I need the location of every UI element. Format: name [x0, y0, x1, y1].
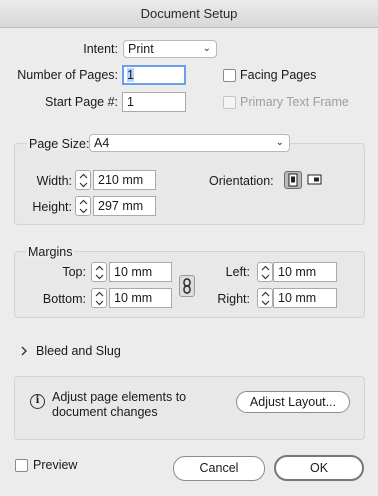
document-setup-dialog: Document Setup Intent: Print ⌄ Number of…	[0, 0, 378, 496]
margin-left-input[interactable]: 10 mm	[273, 262, 337, 282]
intent-label: Intent:	[83, 42, 118, 56]
height-input[interactable]: 297 mm	[93, 196, 156, 216]
preview-label: Preview	[33, 458, 78, 472]
adjust-layout-button[interactable]: Adjust Layout...	[236, 391, 350, 413]
portrait-orientation-button[interactable]	[284, 171, 302, 189]
margin-right-label: Right:	[217, 292, 250, 306]
page-size-select[interactable]: A4 ⌄	[89, 134, 290, 152]
margin-right-stepper[interactable]	[257, 288, 273, 308]
facing-pages-label: Facing Pages	[240, 68, 317, 82]
height-stepper[interactable]	[75, 196, 91, 216]
chain-link-icon	[183, 278, 191, 294]
intent-select[interactable]: Print ⌄	[123, 40, 217, 58]
width-input[interactable]: 210 mm	[93, 170, 156, 190]
adjust-text-line1: Adjust page elements to	[52, 390, 187, 404]
intent-value: Print	[128, 42, 154, 56]
start-page-input[interactable]: 1	[122, 92, 186, 112]
chevron-right-icon	[21, 346, 27, 356]
margin-top-stepper[interactable]	[91, 262, 107, 282]
orientation-label: Orientation:	[209, 174, 274, 188]
ok-button[interactable]: OK	[274, 455, 364, 481]
start-page-label: Start Page #:	[45, 95, 118, 109]
primary-text-frame-label: Primary Text Frame	[240, 95, 349, 109]
window-title: Document Setup	[140, 6, 238, 21]
facing-pages-checkbox[interactable]	[223, 69, 236, 82]
bleed-and-slug-label: Bleed and Slug	[36, 344, 121, 358]
margin-top-label: Top:	[62, 265, 86, 279]
margin-right-input[interactable]: 10 mm	[273, 288, 337, 308]
margin-top-value: 10 mm	[114, 265, 153, 279]
chevron-down-icon: ⌄	[275, 137, 284, 148]
height-value: 297 mm	[98, 199, 144, 213]
link-margins-button[interactable]	[179, 275, 195, 297]
margin-bottom-input[interactable]: 10 mm	[109, 288, 172, 308]
landscape-orientation-button[interactable]	[306, 171, 324, 189]
number-of-pages-input[interactable]: 1	[122, 65, 186, 85]
preview-checkbox[interactable]	[15, 459, 28, 472]
width-label: Width:	[36, 174, 72, 188]
adjust-text-line2: document changes	[52, 405, 158, 419]
margins-title: Margins	[26, 245, 75, 259]
page-size-label: Page Size:	[27, 137, 92, 151]
chevron-down-icon: ⌄	[202, 43, 211, 54]
margin-top-input[interactable]: 10 mm	[109, 262, 172, 282]
margin-left-stepper[interactable]	[257, 262, 273, 282]
margin-bottom-stepper[interactable]	[91, 288, 107, 308]
height-label: Height:	[32, 200, 72, 214]
margin-left-value: 10 mm	[278, 265, 317, 279]
cancel-button[interactable]: Cancel	[173, 456, 265, 481]
margin-bottom-value: 10 mm	[114, 291, 153, 305]
landscape-orientation-icon	[307, 174, 322, 185]
number-of-pages-value: 1	[127, 68, 134, 82]
bleed-and-slug-disclosure[interactable]: Bleed and Slug	[20, 344, 132, 360]
title-bar[interactable]: Document Setup	[0, 0, 378, 28]
portrait-orientation-icon	[288, 173, 298, 187]
page-size-value: A4	[94, 136, 110, 150]
margin-left-label: Left:	[225, 265, 250, 279]
start-page-value: 1	[127, 95, 134, 109]
width-stepper[interactable]	[75, 170, 91, 190]
margin-bottom-label: Bottom:	[42, 292, 86, 306]
info-icon: i	[30, 394, 45, 409]
width-value: 210 mm	[98, 173, 144, 187]
margin-right-value: 10 mm	[278, 291, 317, 305]
number-of-pages-label: Number of Pages:	[17, 68, 118, 82]
primary-text-frame-checkbox[interactable]	[223, 96, 236, 109]
